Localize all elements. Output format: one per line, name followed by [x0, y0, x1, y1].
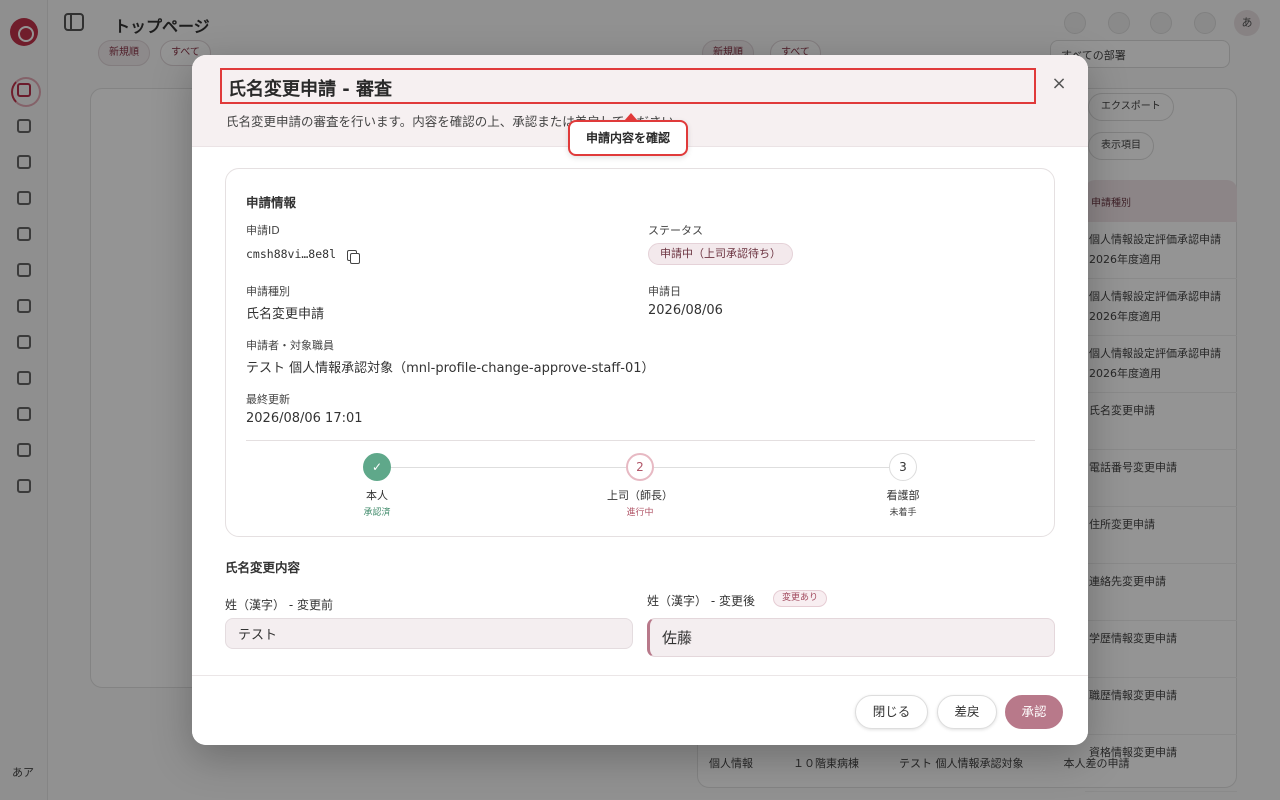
before-label: 姓（漢字） - 変更前 [225, 598, 333, 612]
step-connector [654, 467, 889, 468]
return-button[interactable]: 差戻 [937, 695, 997, 729]
title-highlight: 氏名変更申請 - 審査 [220, 68, 1036, 104]
step-current: 2 [626, 453, 654, 481]
surname-before-field: テスト [225, 618, 633, 649]
info-section-title: 申請情報 [246, 195, 297, 210]
after-label: 姓（漢字） - 変更後 [647, 594, 755, 608]
step-state: 承認済 [363, 508, 391, 518]
id-label: 申請ID [246, 224, 280, 237]
step-state: 未着手 [889, 508, 917, 518]
date-label: 申請日 [648, 285, 681, 298]
dialog-header: 氏名変更申請 - 審査 × 氏名変更申請の審査を行います。内容を確認の上、承認ま… [192, 55, 1088, 156]
applicant-label: 申請者・対象職員 [246, 339, 334, 352]
status-label: ステータス [648, 224, 703, 237]
surname-before-value: テスト [238, 628, 278, 643]
type-label: 申請種別 [246, 285, 290, 298]
id-value: cmsh88vi…8e8l [246, 247, 337, 261]
step-name: 看護部 [886, 489, 920, 502]
date-value: 2026/08/06 [648, 303, 723, 318]
dialog-title: 氏名変更申請 - 審査 [228, 79, 393, 100]
step-name: 本人 [366, 489, 388, 502]
info-divider [246, 440, 1035, 441]
dialog-body[interactable]: 申請情報 申請ID cmsh88vi…8e8l ステータス 申請中（上司承認待ち… [192, 147, 1088, 675]
surname-after-field: 佐藤 [647, 618, 1055, 657]
step-connector [391, 467, 626, 468]
step-name: 上司（師長） [607, 489, 673, 502]
application-info-card: 申請情報 申請ID cmsh88vi…8e8l ステータス 申請中（上司承認待ち… [225, 168, 1055, 537]
step-state: 進行中 [626, 508, 654, 518]
change-section-title: 氏名変更内容 [225, 560, 301, 575]
type-value: 氏名変更申請 [246, 307, 325, 322]
step-pending: 3 [889, 453, 917, 481]
dialog-footer: 閉じる 差戻 承認 [192, 675, 1088, 745]
review-dialog: 氏名変更申請 - 審査 × 氏名変更申請の審査を行います。内容を確認の上、承認ま… [192, 55, 1088, 745]
updated-label: 最終更新 [246, 393, 290, 406]
approve-button[interactable]: 承認 [1005, 695, 1063, 729]
surname-after-value: 佐藤 [662, 629, 693, 647]
step-complete-icon: ✓ [363, 453, 391, 481]
changed-badge: 変更あり [773, 590, 828, 607]
updated-value: 2026/08/06 17:01 [246, 411, 363, 426]
close-button[interactable]: 閉じる [855, 695, 928, 729]
copy-icon[interactable] [346, 249, 360, 264]
applicant-value: テスト 個人情報承認対象（mnl-profile-change-approve-… [246, 361, 655, 376]
status-badge: 申請中（上司承認待ち） [648, 243, 793, 265]
close-icon[interactable]: × [1050, 75, 1068, 93]
